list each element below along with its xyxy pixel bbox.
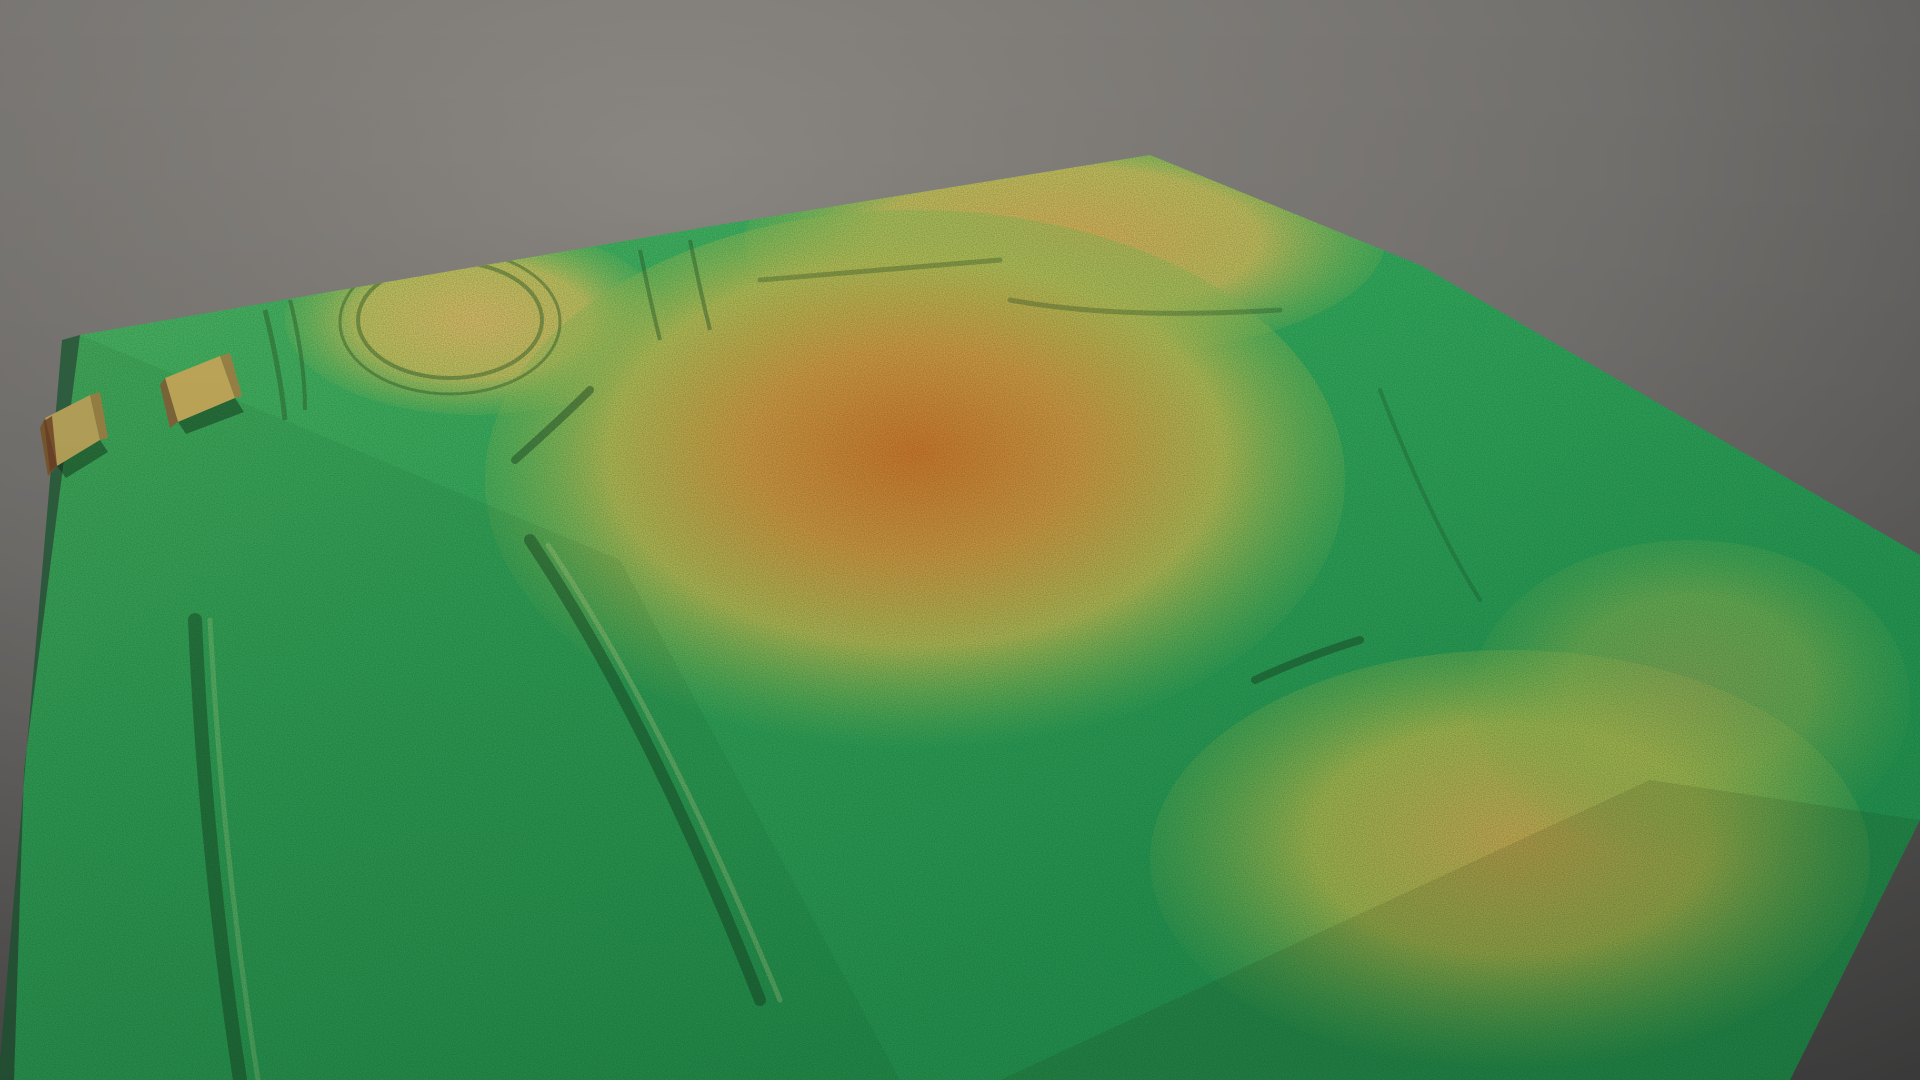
terrain-render-viewport[interactable] — [0, 0, 1920, 1080]
terrain-render — [0, 0, 1920, 1080]
vignette — [0, 0, 1920, 1080]
